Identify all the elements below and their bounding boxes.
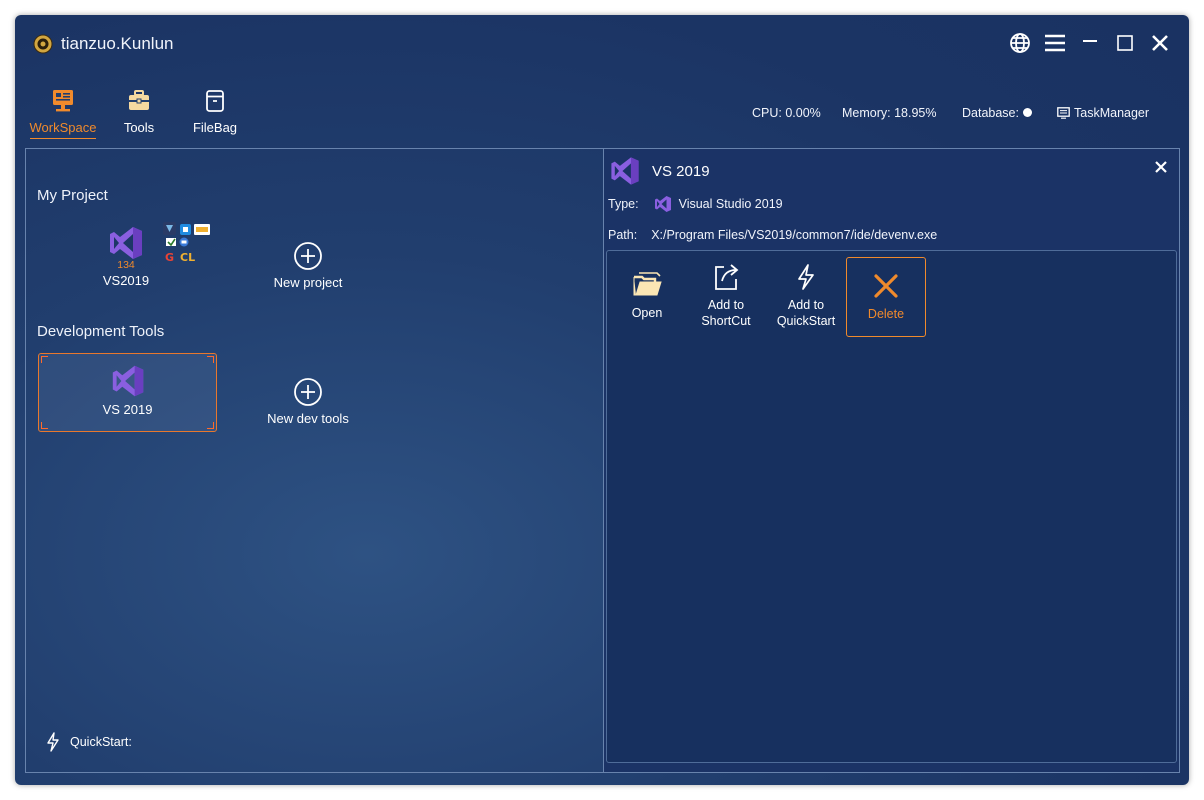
path-value: X:/Program Files/VS2019/common7/ide/deve… [651, 228, 938, 242]
lightning-icon [47, 732, 59, 752]
project-tool-icons-cluster: G CL [163, 222, 210, 264]
visual-studio-icon [654, 196, 671, 212]
delete-x-icon [874, 274, 898, 298]
new-project-label: New project [273, 275, 343, 290]
dev-tool-vs2019-tile[interactable]: VS 2019 [38, 353, 217, 432]
database-label: Database: [962, 106, 1019, 120]
task-manager-button[interactable]: TaskManager [1057, 106, 1149, 120]
nav-tools[interactable]: Tools [101, 88, 177, 139]
add-to-quickstart-button[interactable]: Add to QuickStart [767, 257, 845, 335]
visual-studio-icon [112, 365, 143, 397]
tool-detail-panel: VS 2019 Type: Visual Studio 2019 Path: X… [603, 148, 1180, 773]
nav-workspace[interactable]: WorkSpace [25, 88, 101, 139]
selection-corner [41, 356, 48, 363]
type-label: Type: [608, 197, 639, 211]
new-dev-tools-button[interactable]: New dev tools [258, 377, 358, 426]
share-icon [715, 264, 739, 290]
type-value: Visual Studio 2019 [678, 197, 783, 211]
svg-text:G: G [165, 251, 174, 264]
nav-workspace-label: WorkSpace [29, 120, 97, 139]
visual-studio-icon [611, 157, 639, 185]
delete-label: Delete [867, 307, 905, 321]
menu-hamburger-icon[interactable] [1044, 32, 1066, 54]
development-tools-title: Development Tools [37, 323, 165, 340]
memory-status: Memory: 18.95% [842, 106, 937, 120]
project-vs2019-tile[interactable]: 134 VS2019 [86, 217, 166, 288]
app-logo-icon [33, 34, 53, 54]
nav-filebag[interactable]: FileBag [177, 88, 253, 139]
path-label: Path: [608, 228, 638, 242]
project-badge-count: 134 [117, 259, 135, 271]
title-bar: tianzuo.Kunlun [15, 15, 1189, 73]
open-folder-icon [633, 272, 662, 296]
type-row: Type: Visual Studio 2019 [608, 194, 783, 214]
app-window: tianzuo.Kunlun WorkSpace Tools FileBag C… [15, 15, 1189, 785]
minimize-button[interactable] [1079, 32, 1101, 54]
nav-tools-label: Tools [123, 120, 155, 135]
detail-title: VS 2019 [652, 163, 710, 180]
task-manager-icon [1057, 107, 1070, 119]
maximize-button[interactable] [1114, 32, 1136, 54]
my-project-title: My Project [37, 187, 108, 204]
selection-corner [41, 422, 48, 429]
open-label: Open [631, 306, 663, 320]
add-circle-icon [294, 242, 322, 270]
quickstart-bar: QuickStart: [46, 732, 132, 752]
filebag-icon [206, 90, 224, 112]
database-status-dot [1022, 108, 1032, 117]
selection-corner [207, 356, 214, 363]
svg-text:CL: CL [180, 251, 195, 264]
selection-corner [207, 422, 214, 429]
task-manager-label: TaskManager [1074, 106, 1150, 120]
add-circle-icon [294, 378, 322, 406]
dev-tool-name: VS 2019 [102, 402, 153, 417]
database-status: Database: [962, 106, 1032, 120]
cpu-status: CPU: 0.00% [752, 106, 821, 120]
lightning-icon [798, 264, 814, 290]
language-globe-icon[interactable] [1009, 32, 1031, 54]
workspace-icon [53, 90, 73, 112]
toolbox-icon [129, 90, 149, 110]
actions-box: Open Add to ShortCut Add to QuickStart D… [606, 250, 1177, 763]
close-panel-button[interactable] [1153, 159, 1169, 175]
visual-studio-icon [110, 227, 142, 259]
project-name: VS2019 [102, 273, 150, 288]
quickstart-label: QuickStart: [70, 735, 132, 749]
close-button[interactable] [1149, 32, 1171, 54]
add-to-shortcut-label: Add to ShortCut [701, 298, 751, 328]
path-row: Path: X:/Program Files/VS2019/common7/id… [608, 228, 937, 242]
main-nav: WorkSpace Tools FileBag [25, 88, 253, 139]
new-dev-tools-label: New dev tools [267, 411, 349, 426]
window-controls [1009, 32, 1171, 54]
nav-filebag-label: FileBag [192, 120, 238, 135]
workspace-panel: My Project 134 VS2019 G CL New project D… [25, 148, 604, 773]
add-to-quickstart-label: Add to QuickStart [776, 298, 836, 328]
open-button[interactable]: Open [608, 257, 686, 335]
app-title: tianzuo.Kunlun [61, 34, 174, 53]
new-project-button[interactable]: New project [258, 241, 358, 290]
add-to-shortcut-button[interactable]: Add to ShortCut [687, 257, 765, 335]
delete-button[interactable]: Delete [846, 257, 926, 337]
